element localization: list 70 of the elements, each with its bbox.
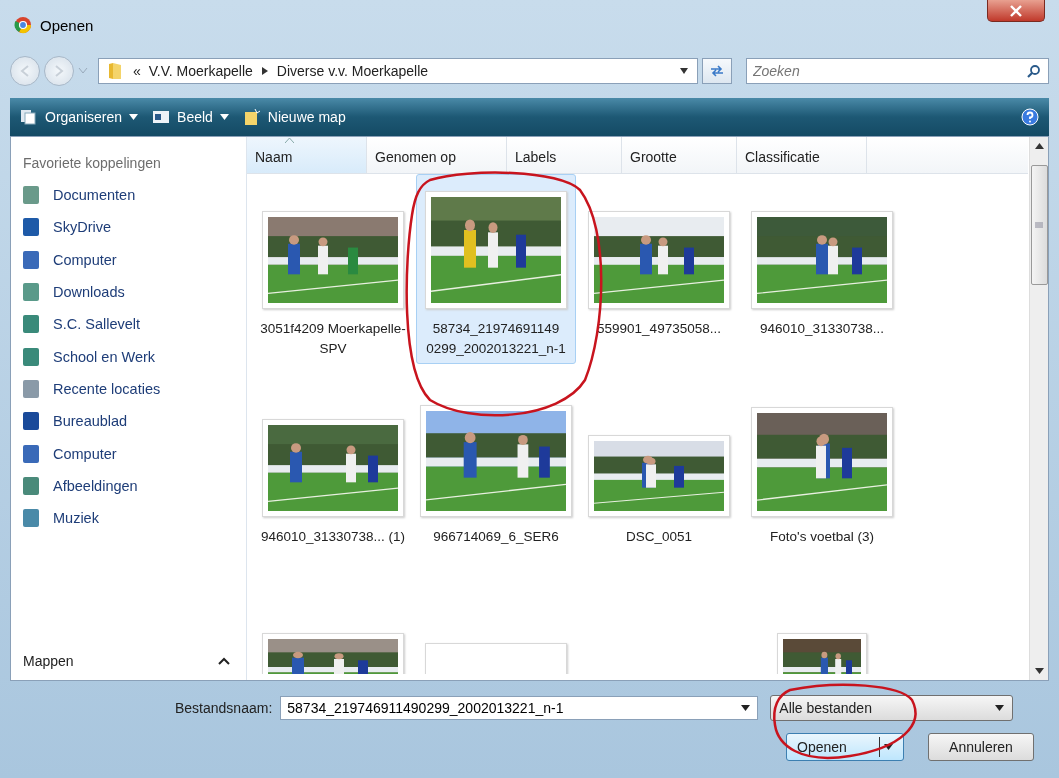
sidebar-heading: Favoriete koppelingen [23, 155, 162, 171]
file-item[interactable]: DSC_0051 [579, 382, 739, 552]
sidebar-item[interactable]: S.C. Sallevelt [23, 308, 246, 341]
caret-icon[interactable] [219, 114, 229, 120]
column-header[interactable]: Genomen op [367, 137, 507, 173]
scroll-up-icon[interactable] [1034, 143, 1044, 149]
sidebar-item[interactable]: Muziek [23, 501, 246, 535]
location-icon [23, 509, 39, 528]
refresh-icon[interactable] [709, 64, 725, 78]
location-icon [23, 186, 39, 205]
help-icon[interactable] [1021, 108, 1039, 126]
scroll-down-icon[interactable] [1034, 668, 1044, 674]
search-field[interactable]: Zoeken [746, 58, 1049, 84]
sidebar-item[interactable]: Bureaublad [23, 405, 246, 438]
dropdown-caret-icon[interactable] [741, 705, 751, 711]
column-header[interactable]: Grootte [622, 137, 737, 173]
sidebar-item[interactable]: SkyDrive [23, 211, 246, 244]
cancel-button[interactable]: Annuleren [928, 733, 1034, 761]
breadcrumb-item[interactable]: Diverse v.v. Moerkapelle [276, 63, 429, 79]
scrollbar[interactable] [1029, 137, 1048, 680]
location-icon [23, 347, 39, 366]
column-header[interactable]: Classificatie [737, 137, 867, 173]
chevron-icon [260, 66, 269, 76]
location-icon [23, 250, 39, 269]
dropdown-caret-icon[interactable] [679, 67, 689, 75]
dropdown-caret-icon[interactable] [884, 744, 893, 750]
location-icon [23, 444, 39, 463]
caret-icon[interactable] [129, 114, 139, 120]
sidebar-item[interactable]: School en Werk [23, 340, 246, 373]
new-folder-icon[interactable] [242, 108, 261, 126]
open-button[interactable]: Openen [786, 733, 904, 761]
file-item[interactable]: 58734_21974691149 0299_2002013221_n-1 [416, 174, 576, 364]
location-icon [23, 218, 39, 237]
file-item[interactable]: 559901_49735058... [579, 174, 739, 364]
sidebar-item[interactable]: Afbeeldingen [23, 469, 246, 502]
app-icon [14, 16, 32, 34]
location-icon [23, 379, 39, 398]
refresh-button[interactable] [702, 58, 732, 84]
sidebar-item[interactable]: Documenten [23, 179, 246, 212]
filename-field[interactable]: 58734_219746911490299_2002013221_n-1 [280, 696, 759, 720]
sidebar-item[interactable]: Recente locaties [23, 372, 246, 406]
location-icon [23, 476, 39, 495]
file-type-dropdown[interactable]: Alle bestanden [770, 695, 1014, 721]
column-header[interactable]: Labels [507, 137, 622, 173]
file-item[interactable]: 3051f4209 Moerkapelle-SPV [253, 174, 413, 364]
sidebar-item[interactable]: Downloads [23, 275, 246, 309]
breadcrumb-item[interactable]: V.V. Moerkapelle [148, 63, 253, 79]
location-icon [23, 315, 39, 334]
address-bar[interactable]: « V.V. Moerkapelle Diverse v.v. Moerkapelle [98, 58, 698, 84]
pages-icon[interactable] [20, 109, 38, 125]
window-title: Openen [40, 16, 94, 34]
location-icon [23, 283, 39, 302]
toolbar-button[interactable]: Organiseren [20, 109, 139, 125]
caret-icon[interactable] [218, 657, 230, 665]
folders-toggle[interactable]: Mappen [23, 648, 246, 680]
column-header[interactable]: Naam [247, 137, 367, 173]
scroll-thumb[interactable] [1030, 165, 1048, 285]
close-button[interactable] [987, 0, 1045, 22]
view-icon[interactable] [152, 110, 171, 124]
breadcrumb-overflow[interactable]: « [133, 63, 141, 79]
dropdown-caret-icon[interactable] [995, 705, 1005, 711]
sidebar-item[interactable]: Computer [23, 437, 246, 470]
sidebar-item[interactable]: Computer [23, 243, 246, 276]
search-icon[interactable] [1027, 64, 1041, 78]
toolbar-button[interactable]: Beeld [152, 109, 229, 125]
file-item[interactable]: 946010_31330738... [742, 174, 902, 364]
filename-label: Bestandsnaam: [175, 700, 273, 716]
toolbar-button[interactable]: Nieuwe map [242, 108, 346, 126]
location-icon [23, 412, 39, 431]
close-icon[interactable] [1009, 4, 1023, 17]
